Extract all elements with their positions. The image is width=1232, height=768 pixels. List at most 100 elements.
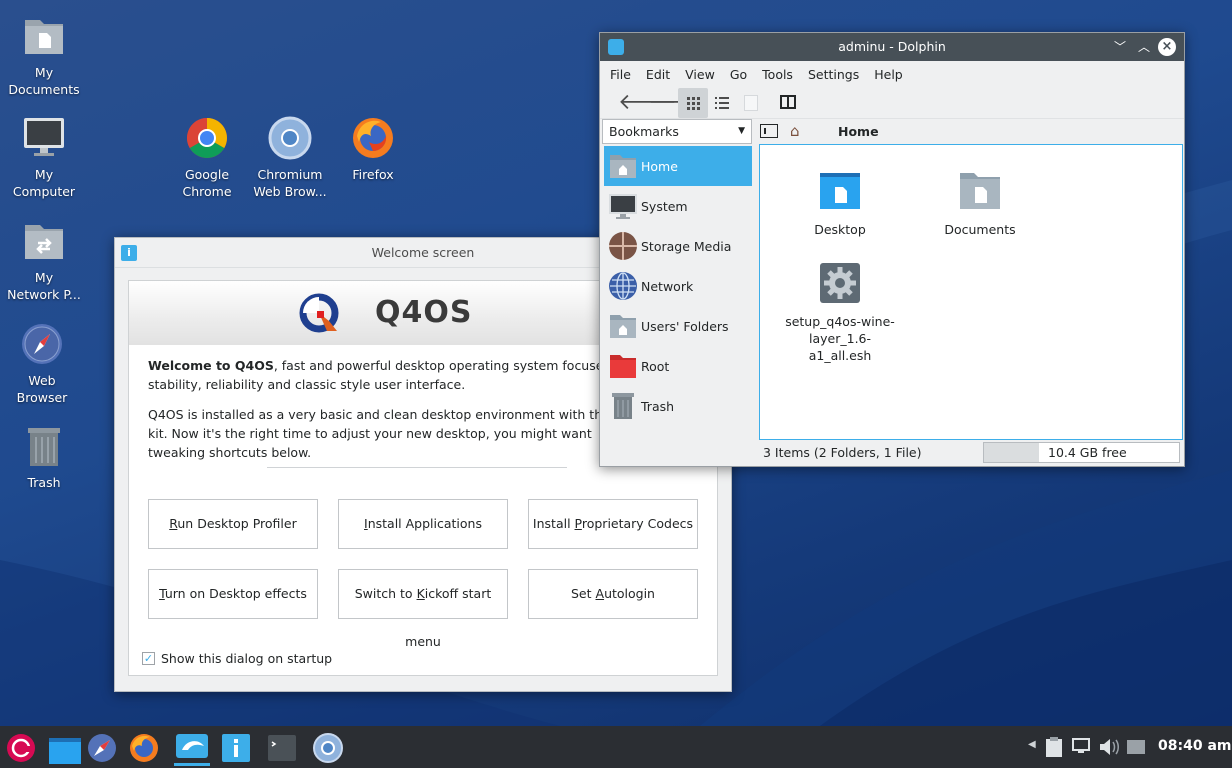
file-item-documents[interactable]: Documents	[940, 169, 1020, 238]
trash-icon	[22, 424, 66, 468]
folder-documents-icon	[22, 14, 66, 58]
desktop-icon-label: My	[4, 64, 84, 81]
checkbox-box[interactable]: ✓	[142, 652, 155, 665]
desktop-icon-label: Web	[2, 372, 82, 389]
chromium-icon[interactable]	[312, 732, 344, 764]
dolphin-icon[interactable]	[174, 728, 210, 766]
desktop-icon-web-browser[interactable]: Web Browser	[2, 322, 82, 406]
desktop-icon-my-network[interactable]: My Network P...	[4, 219, 84, 303]
volume-icon[interactable]	[1098, 737, 1120, 760]
place-network[interactable]: Network	[604, 266, 752, 306]
firefox-icon[interactable]	[128, 732, 160, 764]
network-tray-icon[interactable]	[1126, 738, 1146, 759]
display-icon[interactable]	[1072, 738, 1090, 757]
window-title: adminu - Dolphin	[838, 39, 946, 54]
place-root[interactable]: Root	[604, 346, 752, 386]
file-item-desktop[interactable]: Desktop	[800, 169, 880, 238]
menu-tools[interactable]: Tools	[762, 67, 793, 82]
menu-edit[interactable]: Edit	[646, 67, 670, 82]
dolphin-titlebar[interactable]: adminu - Dolphin ﹀ ︿ ×	[600, 33, 1184, 61]
home-folder-icon	[608, 151, 638, 181]
menu-view[interactable]: View	[685, 67, 715, 82]
intro-rest: , fast and powerful desktop operating sy…	[274, 358, 604, 373]
debian-menu-icon[interactable]	[5, 732, 37, 764]
desktop-icon-label: My	[4, 269, 84, 286]
switch-to-kickoff-button[interactable]: Switch to Kickoff start menu	[338, 569, 508, 619]
place-storage-media[interactable]: Storage Media	[604, 226, 752, 266]
panel-select-value: Bookmarks	[609, 124, 679, 139]
clock[interactable]: 08:40 am	[1158, 738, 1231, 754]
place-label: Network	[641, 279, 693, 294]
minimize-icon[interactable]: ﹀	[1112, 33, 1128, 61]
details-view-icon[interactable]	[712, 93, 732, 116]
free-space-fill	[984, 443, 1039, 462]
desktop-icon-my-computer[interactable]: My Computer	[4, 116, 84, 200]
desktop-icon-label: Browser	[2, 389, 82, 406]
file-name: Documents	[940, 221, 1020, 238]
install-applications-button[interactable]: Install Applications	[338, 499, 508, 549]
free-space-text: 10.4 GB free	[1048, 445, 1127, 460]
menu-bar: File Edit View Go Tools Settings Help	[600, 61, 1184, 87]
desc-line: tweaking shortcuts below.	[148, 445, 311, 460]
desktop-icon-label: Google	[167, 166, 247, 183]
place-users-folders[interactable]: Users' Folders	[604, 306, 752, 346]
desktop-icon-trash[interactable]: Trash	[4, 424, 84, 491]
users-folder-icon	[608, 311, 638, 341]
turn-on-desktop-effects-button[interactable]: Turn on Desktop effects	[148, 569, 318, 619]
trash-icon	[608, 391, 638, 421]
close-icon[interactable]: ×	[1158, 38, 1176, 56]
storage-media-icon	[608, 231, 638, 261]
web-browser-icon[interactable]	[86, 732, 118, 764]
home-icon[interactable]: ⌂	[790, 119, 800, 144]
menu-go[interactable]: Go	[730, 67, 747, 82]
desktop-icon-chromium[interactable]: Chromium Web Brow...	[250, 116, 330, 200]
maximize-icon[interactable]: ︿	[1136, 33, 1152, 61]
intro-bold: Welcome to Q4OS	[148, 358, 274, 373]
free-space-bar: 10.4 GB free	[983, 442, 1180, 463]
file-view[interactable]: Desktop Documents setup_q4os-wine- layer…	[759, 144, 1183, 440]
file-name: Desktop	[800, 221, 880, 238]
place-label: Users' Folders	[641, 319, 729, 334]
file-manager-icon[interactable]	[49, 732, 81, 764]
monitor-icon	[608, 191, 638, 221]
menu-settings[interactable]: Settings	[808, 67, 859, 82]
desktop-icon-google-chrome[interactable]: Google Chrome	[167, 116, 247, 200]
q4os-logo-icon	[299, 293, 343, 337]
run-desktop-profiler-button[interactable]: Run Desktop Profiler	[148, 499, 318, 549]
file-name: setup_q4os-wine-	[778, 313, 902, 330]
set-autologin-button[interactable]: Set Autologin	[528, 569, 698, 619]
dolphin-window[interactable]: adminu - Dolphin ﹀ ︿ × File Edit View Go…	[599, 32, 1185, 467]
sidebar-toggle-icon[interactable]	[760, 124, 778, 138]
desktop-icon-firefox[interactable]: Firefox	[333, 116, 413, 183]
file-item-setup-script[interactable]: setup_q4os-wine- layer_1.6-a1_all.esh	[778, 261, 902, 364]
menu-file[interactable]: File	[610, 67, 631, 82]
show-on-startup-checkbox[interactable]: ✓ Show this dialog on startup	[142, 651, 332, 666]
desktop-icon-label: My	[4, 166, 84, 183]
place-home[interactable]: Home	[604, 146, 752, 186]
install-proprietary-codecs-button[interactable]: Install Proprietary Codecs	[528, 499, 698, 549]
place-label: Storage Media	[641, 239, 731, 254]
place-label: Trash	[641, 399, 674, 414]
gear-file-icon	[818, 261, 862, 305]
network-folder-icon	[22, 219, 66, 263]
preview-icon[interactable]	[744, 95, 758, 111]
place-system[interactable]: System	[604, 186, 752, 226]
tray-expand-icon[interactable]: ◀	[1028, 739, 1036, 750]
desktop-icon-label: Computer	[4, 183, 84, 200]
desktop-icon-my-documents[interactable]: My Documents	[4, 14, 84, 98]
clipboard-icon[interactable]	[1044, 736, 1064, 761]
panel-select[interactable]: Bookmarks ▼	[602, 119, 752, 144]
split-view-icon[interactable]	[780, 95, 796, 109]
place-trash[interactable]: Trash	[604, 386, 752, 426]
checkbox-label: Show this dialog on startup	[161, 651, 332, 666]
status-text: 3 Items (2 Folders, 1 File)	[763, 444, 921, 462]
location-bar[interactable]: ⌂ Home	[758, 119, 1184, 144]
desc-line: Q4OS is installed as a very basic and cl…	[148, 407, 622, 422]
terminal-icon[interactable]	[266, 732, 298, 764]
breadcrumb[interactable]: Home	[838, 119, 879, 144]
compass-icon	[20, 322, 64, 366]
info-icon[interactable]: i	[121, 245, 137, 261]
icons-view-icon[interactable]	[678, 88, 708, 118]
menu-help[interactable]: Help	[874, 67, 903, 82]
info-icon[interactable]	[220, 732, 252, 764]
